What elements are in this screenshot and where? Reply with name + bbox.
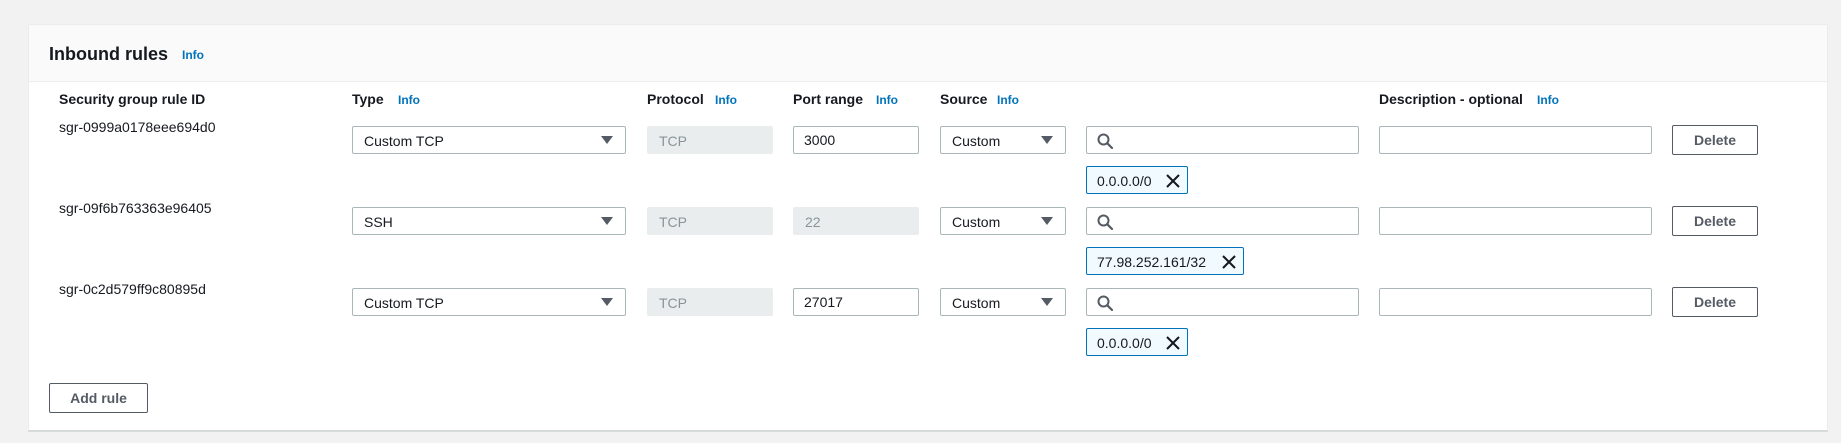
source-search-input[interactable]	[1086, 288, 1359, 316]
delete-rule-button[interactable]: Delete	[1672, 125, 1758, 155]
caret-down-icon	[1041, 298, 1053, 306]
protocol-field: TCP	[647, 207, 773, 235]
source-select-value: Custom	[952, 295, 1001, 311]
search-icon	[1097, 295, 1114, 312]
rule-id: sgr-0c2d579ff9c80895d	[59, 281, 206, 297]
add-rule-button[interactable]: Add rule	[49, 383, 148, 413]
column-header-type: Type	[352, 91, 384, 107]
close-icon[interactable]	[1165, 173, 1181, 189]
cidr-token: 77.98.252.161/32	[1086, 247, 1244, 275]
column-header-source: Source	[940, 91, 988, 107]
source-search-input[interactable]	[1086, 207, 1359, 235]
column-header-description: Description - optional	[1379, 91, 1523, 107]
cidr-token: 0.0.0.0/0	[1086, 166, 1188, 194]
cidr-token-value: 77.98.252.161/32	[1097, 254, 1206, 270]
close-icon[interactable]	[1165, 335, 1181, 351]
protocol-field: TCP	[647, 126, 773, 154]
caret-down-icon	[1041, 136, 1053, 144]
type-select[interactable]: Custom TCP	[352, 126, 626, 154]
type-select-value: Custom TCP	[364, 295, 444, 311]
port-range-input[interactable]	[793, 126, 919, 154]
type-select-value: SSH	[364, 214, 393, 230]
source-search-input[interactable]	[1086, 126, 1359, 154]
column-header-rule-id: Security group rule ID	[59, 91, 206, 107]
cidr-token-value: 0.0.0.0/0	[1097, 173, 1152, 189]
source-select-value: Custom	[952, 133, 1001, 149]
rule-id: sgr-0999a0178eee694d0	[59, 119, 216, 135]
cidr-token: 0.0.0.0/0	[1086, 328, 1188, 356]
protocol-info-link[interactable]: Info	[715, 93, 737, 107]
rule-id: sgr-09f6b763363e96405	[59, 200, 212, 216]
source-select-value: Custom	[952, 214, 1001, 230]
protocol-value: TCP	[659, 214, 687, 230]
protocol-value: TCP	[659, 295, 687, 311]
port-range-field: 22	[793, 207, 919, 235]
caret-down-icon	[601, 136, 613, 144]
protocol-field: TCP	[647, 288, 773, 316]
type-info-link[interactable]: Info	[398, 93, 420, 107]
type-select-value: Custom TCP	[364, 133, 444, 149]
inbound-rules-panel: Inbound rules Info Security group rule I…	[28, 24, 1828, 432]
type-select[interactable]: Custom TCP	[352, 288, 626, 316]
panel-header: Inbound rules Info	[29, 25, 1827, 82]
port-range-value: 22	[805, 214, 821, 230]
column-header-protocol: Protocol	[647, 91, 704, 107]
panel-info-link[interactable]: Info	[182, 48, 204, 62]
description-input[interactable]	[1379, 207, 1652, 235]
caret-down-icon	[1041, 217, 1053, 225]
source-info-link[interactable]: Info	[997, 93, 1019, 107]
source-select[interactable]: Custom	[940, 288, 1066, 316]
delete-rule-button[interactable]: Delete	[1672, 287, 1758, 317]
port-range-info-link[interactable]: Info	[876, 93, 898, 107]
source-select[interactable]: Custom	[940, 207, 1066, 235]
column-header-port-range: Port range	[793, 91, 864, 107]
protocol-value: TCP	[659, 133, 687, 149]
search-icon	[1097, 133, 1114, 150]
source-select[interactable]: Custom	[940, 126, 1066, 154]
search-icon	[1097, 214, 1114, 231]
close-icon[interactable]	[1221, 254, 1237, 270]
panel-title: Inbound rules	[49, 44, 168, 64]
description-input[interactable]	[1379, 126, 1652, 154]
port-range-input[interactable]	[793, 288, 919, 316]
description-info-link[interactable]: Info	[1537, 93, 1559, 107]
cidr-token-value: 0.0.0.0/0	[1097, 335, 1152, 351]
delete-rule-button[interactable]: Delete	[1672, 206, 1758, 236]
type-select[interactable]: SSH	[352, 207, 626, 235]
description-input[interactable]	[1379, 288, 1652, 316]
caret-down-icon	[601, 298, 613, 306]
caret-down-icon	[601, 217, 613, 225]
